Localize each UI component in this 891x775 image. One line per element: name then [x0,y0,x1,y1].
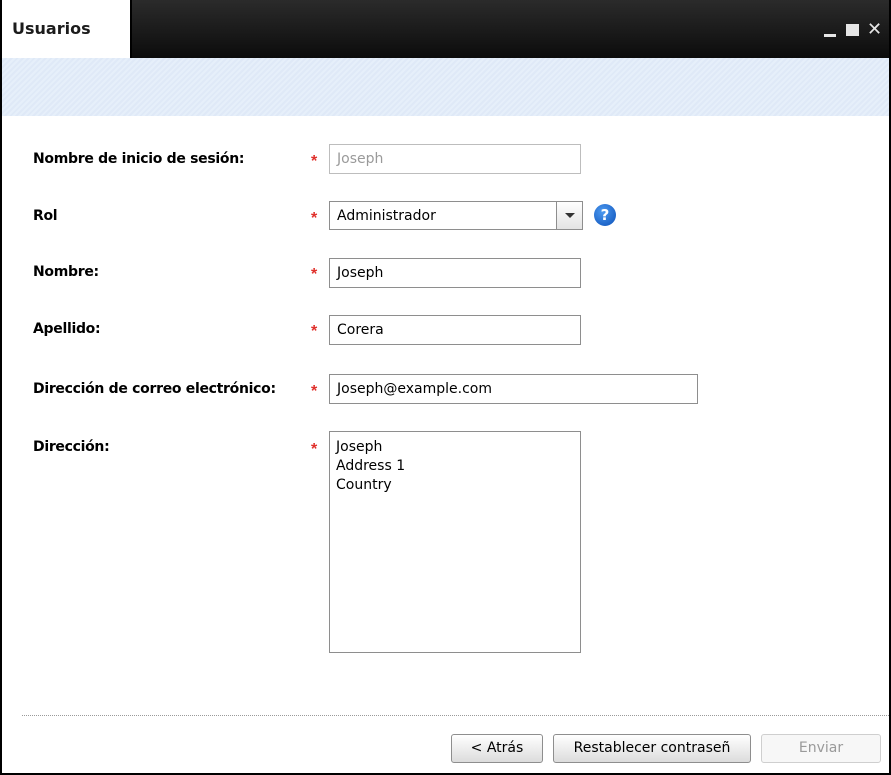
reset-password-button[interactable]: Restablecer contraseñ [553,734,751,763]
address-line: Joseph [336,439,383,455]
title-bar: Usuarios ✕ [2,0,889,58]
address-line: Address 1 [336,458,406,474]
last-name-field[interactable]: Corera [329,315,581,345]
maximize-icon[interactable] [845,22,861,38]
email-field[interactable]: Joseph@example.com [329,374,698,404]
close-icon[interactable]: ✕ [867,21,883,39]
submit-button[interactable]: Enviar [761,734,881,763]
address-textarea[interactable]: Joseph Address 1 Country [329,431,581,653]
minimize-icon[interactable] [823,22,839,38]
users-window: Usuarios ✕ Nombre de inicio de sesión: *… [0,0,891,775]
role-select-value: Administrador [337,208,436,224]
login-name-field: Joseph [329,144,581,174]
back-button[interactable]: < Atrás [451,734,543,763]
required-marker: * [311,153,318,170]
required-marker: * [311,441,318,458]
header-band [2,58,889,116]
chevron-down-icon[interactable] [556,202,582,229]
first-name-field[interactable]: Joseph [329,258,581,288]
role-select[interactable]: Administrador [329,201,583,230]
window-tab: Usuarios [2,0,132,58]
first-name-label: Nombre: [33,264,99,280]
login-name-label: Nombre de inicio de sesión: [33,151,245,167]
window-controls: ✕ [823,21,883,39]
required-marker: * [311,383,318,400]
role-label: Rol [33,208,58,224]
help-icon[interactable]: ? [594,204,616,226]
window-title: Usuarios [12,19,91,38]
required-marker: * [311,323,318,340]
required-marker: * [311,210,318,227]
required-marker: * [311,266,318,283]
email-label: Dirección de correo electrónico: [33,381,276,397]
last-name-label: Apellido: [33,321,101,337]
address-label: Dirección: [33,439,110,455]
footer-divider [22,715,889,716]
address-line: Country [336,477,392,493]
